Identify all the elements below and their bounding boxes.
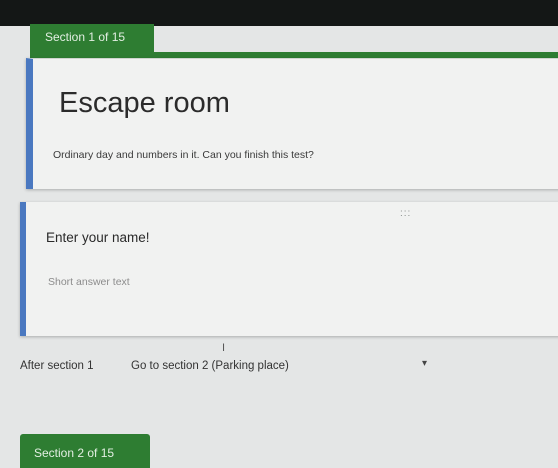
question-title[interactable]: Enter your name! (46, 230, 150, 245)
dropdown-arrow-icon[interactable]: ▾ (422, 358, 427, 369)
top-bar (0, 0, 558, 26)
section-2-tab: Section 2 of 15 (20, 434, 150, 468)
section-1-tab: Section 1 of 15 (30, 24, 154, 58)
text-cursor-icon: I (222, 342, 226, 354)
form-title[interactable]: Escape room (59, 87, 230, 120)
question-card[interactable]: ::: Enter your name! Short answer text (20, 202, 558, 336)
drag-handle-icon[interactable]: ::: (400, 208, 411, 219)
form-title-card[interactable]: Escape room Ordinary day and numbers in … (26, 58, 558, 189)
form-description[interactable]: Ordinary day and numbers in it. Can you … (53, 149, 314, 161)
short-answer-field: Short answer text (48, 276, 130, 288)
after-section-label: After section 1 (20, 360, 94, 372)
go-to-section-select[interactable]: Go to section 2 (Parking place) (131, 360, 289, 372)
